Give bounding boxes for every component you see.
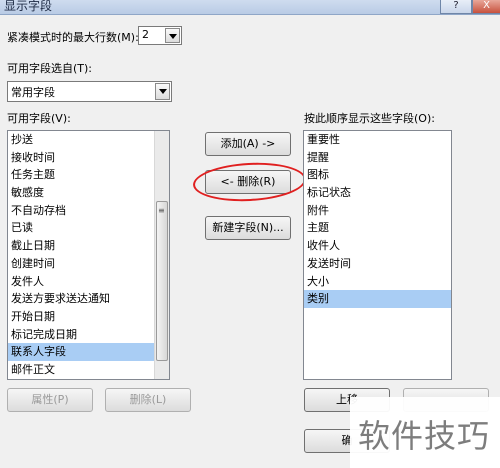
help-icon: ? — [453, 0, 459, 11]
list-item[interactable]: 开始日期 — [8, 308, 169, 326]
scrollbar-thumb[interactable] — [156, 201, 168, 361]
available-fields-label: 可用字段(V): — [7, 112, 71, 125]
list-item[interactable]: 附件 — [304, 202, 451, 220]
delete-button[interactable]: 删除(L) — [105, 388, 191, 412]
list-item[interactable]: 已读 — [8, 219, 169, 237]
properties-button[interactable]: 属性(P) — [7, 388, 93, 412]
list-item[interactable]: 敏感度 — [8, 184, 169, 202]
highlight-circle — [192, 160, 307, 204]
select-from-value: 常用字段 — [11, 86, 55, 99]
shown-fields-label: 按此顺序显示这些字段(O): — [304, 112, 435, 125]
list-item[interactable]: 重要性 — [304, 131, 451, 149]
compact-rows-select[interactable]: 2 — [138, 26, 182, 45]
list-item[interactable]: 标记状态 — [304, 184, 451, 202]
list-item[interactable]: 提醒 — [304, 149, 451, 167]
list-item[interactable]: 发送方要求送达通知 — [8, 290, 169, 308]
chevron-down-icon[interactable] — [155, 83, 170, 100]
watermark-text: 软件技巧 — [358, 417, 491, 455]
list-item[interactable]: 抄送 — [8, 131, 169, 149]
compact-rows-label: 紧凑模式时的最大行数(M): — [7, 31, 139, 44]
chevron-down-icon[interactable] — [165, 28, 180, 43]
available-fields-list[interactable]: 抄送 接收时间 任务主题 敏感度 不自动存档 已读 截止日期 创建时间 发件人 发送方要求送达通知… — [7, 130, 170, 380]
list-item[interactable]: 类别 — [304, 290, 451, 308]
list-item[interactable]: 接收时间 — [8, 149, 169, 167]
list-item[interactable]: 大小 — [304, 273, 451, 291]
title-bar: 显示字段 ? X — [0, 0, 500, 15]
close-icon: X — [483, 0, 490, 11]
close-button[interactable]: X — [472, 0, 500, 14]
scrollbar[interactable]: ≡ — [154, 131, 169, 379]
compact-rows-value: 2 — [142, 28, 149, 41]
window-title: 显示字段 — [4, 0, 53, 13]
list-item[interactable]: 发件人 — [8, 273, 169, 291]
list-item[interactable]: 主题 — [304, 219, 451, 237]
select-from-dropdown[interactable]: 常用字段 — [7, 81, 172, 102]
watermark: 软件技巧 — [350, 397, 500, 468]
list-item[interactable]: 图标 — [304, 166, 451, 184]
list-item[interactable]: 创建时间 — [8, 255, 169, 273]
list-item[interactable]: 任务主题 — [8, 166, 169, 184]
new-field-button[interactable]: 新建字段(N)... — [205, 216, 291, 240]
list-item[interactable]: 不自动存档 — [8, 202, 169, 220]
list-item[interactable]: 邮件正文 — [8, 361, 169, 379]
list-item[interactable]: 截止日期 — [8, 237, 169, 255]
list-item[interactable]: 联系人字段 — [8, 343, 169, 361]
list-item[interactable]: 发送时间 — [304, 255, 451, 273]
select-from-label: 可用字段选自(T): — [7, 62, 93, 75]
list-item[interactable]: 标记完成日期 — [8, 326, 169, 344]
list-item[interactable]: 收件人 — [304, 237, 451, 255]
grip-icon: ≡ — [158, 206, 165, 215]
add-button[interactable]: 添加(A) -> — [205, 132, 291, 156]
help-button[interactable]: ? — [440, 0, 472, 14]
shown-fields-list[interactable]: 重要性 提醒 图标 标记状态 附件 主题 收件人 发送时间 大小 类别 — [303, 130, 452, 380]
